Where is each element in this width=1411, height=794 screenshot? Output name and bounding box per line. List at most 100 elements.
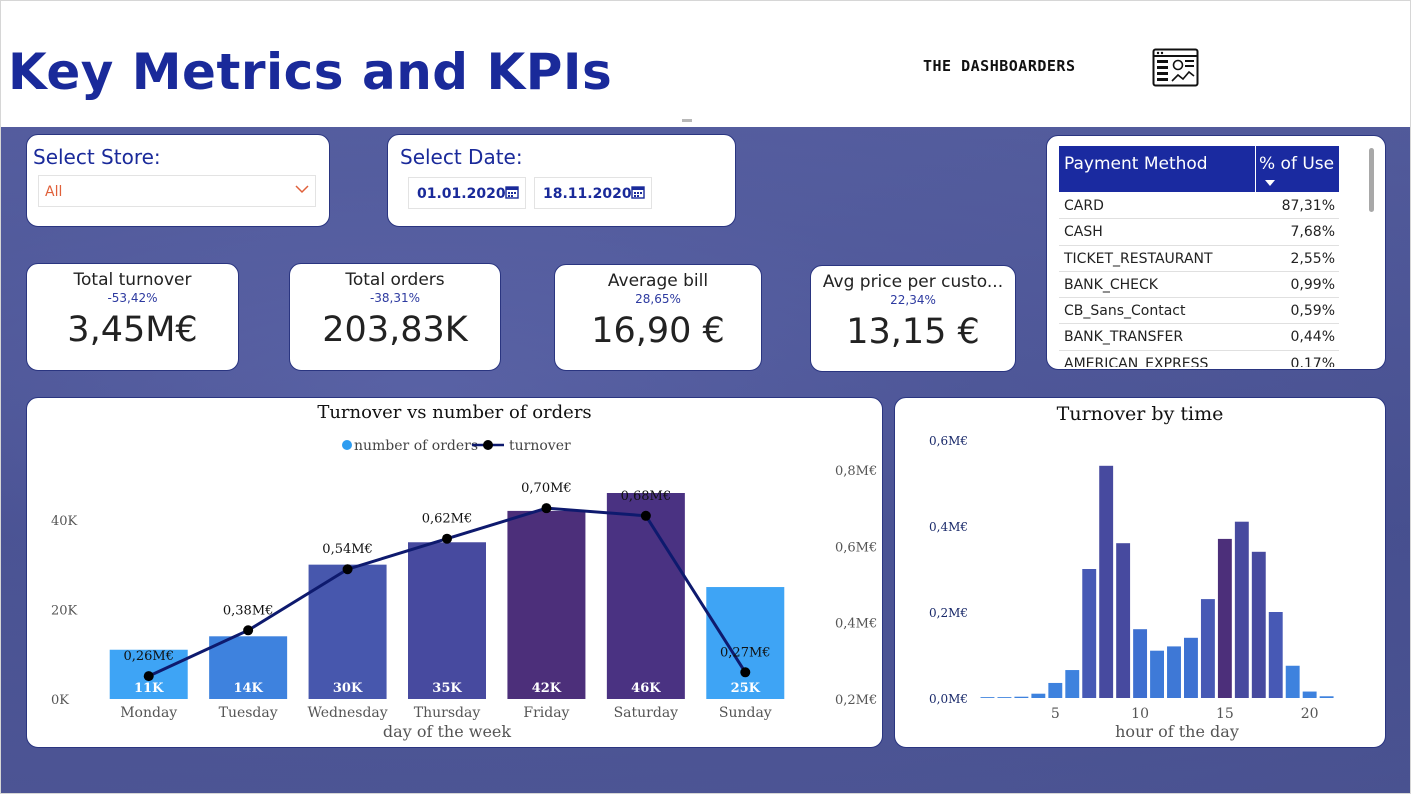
payment-method-cell: CARD bbox=[1064, 198, 1104, 214]
x-tick-label: 5 bbox=[1051, 706, 1060, 722]
brand-logo-text: THE DASHBOARDERS bbox=[923, 57, 1076, 75]
end-date-value: 18.11.2020 bbox=[543, 186, 632, 202]
calendar-icon[interactable] bbox=[505, 185, 519, 199]
calendar-icon[interactable] bbox=[631, 185, 645, 199]
line-point bbox=[541, 503, 552, 514]
payment-method-cell: TICKET_RESTAURANT bbox=[1064, 250, 1213, 267]
hour-bar bbox=[1116, 543, 1131, 698]
hour-bar bbox=[1099, 465, 1114, 698]
turnover-by-time-chart: Turnover by time 0,0M€ 0,2M€ 0,4M€ 0,6M€ 5 10… bbox=[894, 397, 1386, 748]
pct-cell: 7,68% bbox=[1290, 224, 1335, 241]
kpi-label: Total orders bbox=[345, 270, 445, 290]
kpi-delta: 22,34% bbox=[890, 293, 936, 307]
hour-bar bbox=[1014, 696, 1029, 698]
legend-marker-bar bbox=[342, 440, 352, 450]
kpi-value: 3,45M€ bbox=[67, 310, 198, 350]
kpi-delta: -53,42% bbox=[107, 291, 158, 305]
hour-bar bbox=[1251, 551, 1266, 698]
hour-bar bbox=[1217, 538, 1232, 698]
chevron-down-icon bbox=[295, 185, 309, 194]
table-scrollbar[interactable] bbox=[1369, 148, 1374, 212]
end-date-input[interactable]: 18.11.2020 bbox=[534, 177, 652, 209]
hour-bar bbox=[1268, 612, 1283, 698]
hour-bar bbox=[1082, 569, 1097, 698]
pct-cell: 87,31% bbox=[1281, 198, 1335, 214]
bar bbox=[507, 510, 586, 699]
kpi-label: Total turnover bbox=[73, 270, 192, 290]
kpi-card-total-orders: Total orders -38,31% 203,83K bbox=[289, 263, 501, 371]
y-tick-label: 0,4M€ bbox=[929, 520, 968, 534]
kpi-card-average-bill: Average bill 28,65% 16,90 € bbox=[554, 264, 762, 371]
table-row[interactable]: CB_Sans_Contact 0,59% bbox=[1059, 298, 1339, 325]
hour-bar bbox=[1048, 682, 1063, 698]
line-data-label: 0,54M€ bbox=[322, 542, 373, 557]
payment-method-cell: CASH bbox=[1064, 224, 1103, 241]
column-header-pct-of-use[interactable]: % of Use bbox=[1259, 154, 1334, 174]
bar-data-label: 25K bbox=[731, 681, 761, 696]
hour-bar bbox=[1319, 696, 1334, 698]
turnover-vs-orders-plot: number of orders turnover 0K 20K 40K 0,2M€ 0,4… bbox=[51, 438, 877, 741]
table-row[interactable]: AMERICAN_EXPRESS 0,17% bbox=[1059, 351, 1339, 367]
hour-bar bbox=[1133, 629, 1148, 698]
x-tick-label: Saturday bbox=[614, 705, 679, 721]
x-tick-label: 20 bbox=[1301, 706, 1319, 722]
kpi-label: Average bill bbox=[607, 271, 709, 291]
bar-data-label: 35K bbox=[432, 681, 462, 696]
line-point bbox=[342, 564, 353, 575]
start-date-input[interactable]: 01.01.2020 bbox=[408, 177, 526, 209]
bar-data-label: 14K bbox=[233, 681, 263, 696]
table-row[interactable]: CASH 7,68% bbox=[1059, 219, 1339, 246]
x-tick-label: Wednesday bbox=[307, 705, 387, 721]
store-dropdown[interactable]: All bbox=[38, 175, 316, 207]
table-row[interactable]: BANK_TRANSFER 0,44% bbox=[1059, 324, 1339, 351]
line-data-label: 0,27M€ bbox=[720, 645, 771, 660]
table-row[interactable]: CARD 87,31% bbox=[1059, 193, 1339, 220]
y-right-tick-label: 0,2M€ bbox=[835, 693, 877, 708]
legend-label: number of orders bbox=[354, 438, 478, 454]
bar-data-label: 11K bbox=[134, 681, 164, 696]
line-data-label: 0,68M€ bbox=[621, 489, 672, 504]
kpi-value: 203,83K bbox=[322, 310, 468, 350]
x-tick-label: 10 bbox=[1131, 706, 1149, 722]
table-row[interactable]: TICKET_RESTAURANT 2,55% bbox=[1059, 246, 1339, 272]
hour-bar bbox=[997, 697, 1012, 698]
y-right-tick-label: 0,4M€ bbox=[835, 617, 877, 632]
hour-bar bbox=[1031, 693, 1046, 698]
report-header: Key Metrics and KPIs THE DASHBOARDERS bbox=[1, 1, 1410, 126]
pct-cell: 2,55% bbox=[1290, 250, 1335, 267]
x-tick-label: Friday bbox=[523, 705, 569, 721]
pct-cell: 0,44% bbox=[1290, 329, 1335, 346]
y-right-tick-label: 0,6M€ bbox=[835, 540, 877, 555]
y-right-tick-label: 0,8M€ bbox=[835, 464, 877, 479]
kpi-card-avg-price-per-customer: Avg price per custo... 22,34% 13,15 € bbox=[810, 265, 1016, 372]
x-tick-label: Sunday bbox=[719, 705, 772, 721]
bar bbox=[606, 493, 685, 699]
turnover-by-time-plot: 0,0M€ 0,2M€ 0,4M€ 0,6M€ 5 10 15 20 hour of the d… bbox=[929, 434, 1334, 741]
pct-cell: 0,59% bbox=[1290, 303, 1335, 320]
x-tick-label: 15 bbox=[1216, 706, 1234, 722]
hour-bar bbox=[1234, 521, 1249, 698]
header-drag-handle[interactable] bbox=[682, 119, 692, 122]
store-dropdown-value: All bbox=[45, 184, 63, 200]
y-tick-label: 0,6M€ bbox=[929, 434, 968, 448]
x-tick-label: Thursday bbox=[414, 705, 481, 721]
hour-bar bbox=[1167, 646, 1181, 698]
column-header-payment-method[interactable]: Payment Method bbox=[1064, 154, 1208, 174]
pct-cell: 0,17% bbox=[1290, 355, 1335, 367]
date-slicer-label: Select Date: bbox=[400, 145, 523, 169]
hour-bar bbox=[1184, 637, 1198, 698]
sort-descending-icon[interactable] bbox=[1265, 180, 1275, 186]
kpi-label: Avg price per custo... bbox=[822, 272, 1004, 292]
x-tick-label: Tuesday bbox=[219, 705, 278, 721]
y-left-tick-label: 40K bbox=[51, 514, 78, 529]
turnover-vs-orders-chart: Turnover vs number of orders number of o… bbox=[26, 397, 883, 748]
hour-bar bbox=[1285, 665, 1300, 698]
table-row[interactable]: BANK_CHECK 0,99% bbox=[1059, 272, 1339, 299]
line-data-label: 0,70M€ bbox=[521, 481, 572, 496]
hour-bar bbox=[1065, 670, 1080, 698]
line-point bbox=[442, 533, 452, 544]
y-left-tick-label: 20K bbox=[51, 603, 78, 618]
store-slicer-label: Select Store: bbox=[33, 145, 161, 169]
payment-method-cell: CB_Sans_Contact bbox=[1064, 303, 1186, 320]
line-point bbox=[740, 667, 751, 678]
